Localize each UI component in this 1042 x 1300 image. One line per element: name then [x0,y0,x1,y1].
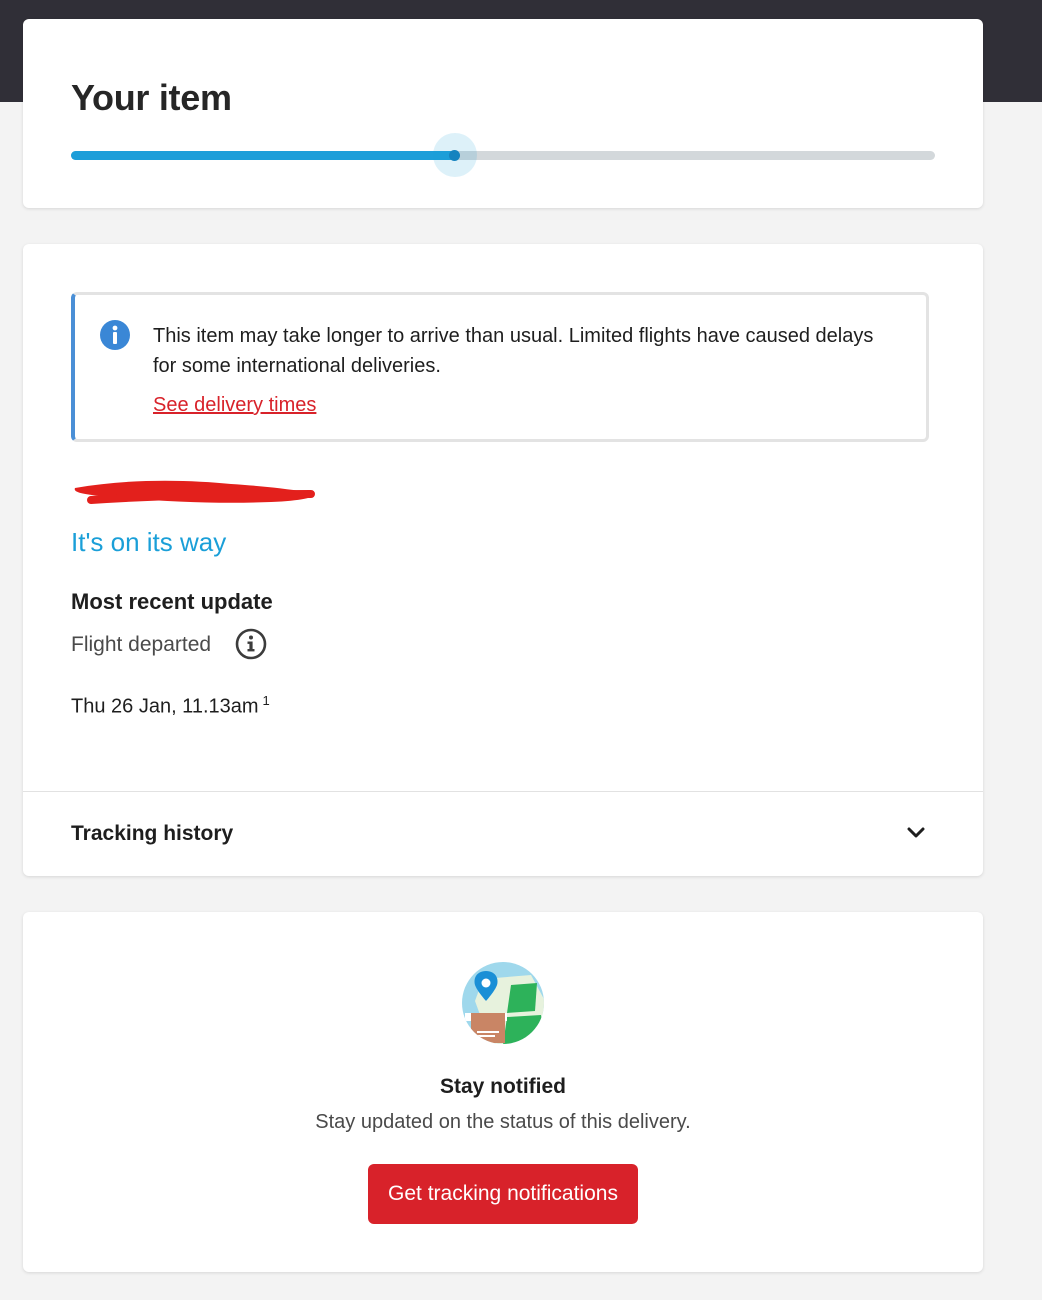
info-icon [100,320,130,350]
map-pin-parcel-illustration [462,962,544,1044]
progress-card: Your item [23,19,983,208]
latest-event-text: Flight departed [71,633,212,656]
delay-notice: This item may take longer to arrive than… [71,292,929,442]
delivery-progress-bar [71,133,935,177]
event-date-text: Thu 26 Jan, 11.13am [71,695,259,718]
tracking-history-label: Tracking history [71,822,234,845]
delivery-status-heading: It's on its way [71,527,227,557]
chevron-down-icon [907,827,925,838]
footnote-marker: 1 [262,693,270,708]
most-recent-update-label: Most recent update [71,589,273,614]
progress-fill [71,151,455,160]
get-tracking-notifications-button[interactable]: Get tracking notifications [368,1164,638,1224]
see-delivery-times-link[interactable]: See delivery times [153,394,316,417]
tracking-history-toggle[interactable]: Tracking history [23,792,983,876]
event-info-icon[interactable] [235,628,267,660]
page-title: Your item [71,77,232,118]
notifications-card: Stay notified Stay updated on the status… [23,912,983,1272]
delay-notice-message: This item may take longer to arrive than… [153,325,874,377]
latest-event-date: Thu 26 Jan, 11.13am 1 [71,693,270,719]
redacted-tracking-number [74,480,315,504]
status-card: This item may take longer to arrive than… [23,244,983,876]
stay-notified-title: Stay notified [439,1075,566,1098]
stay-notified-subtitle: Stay updated on the status of this deliv… [315,1111,691,1133]
